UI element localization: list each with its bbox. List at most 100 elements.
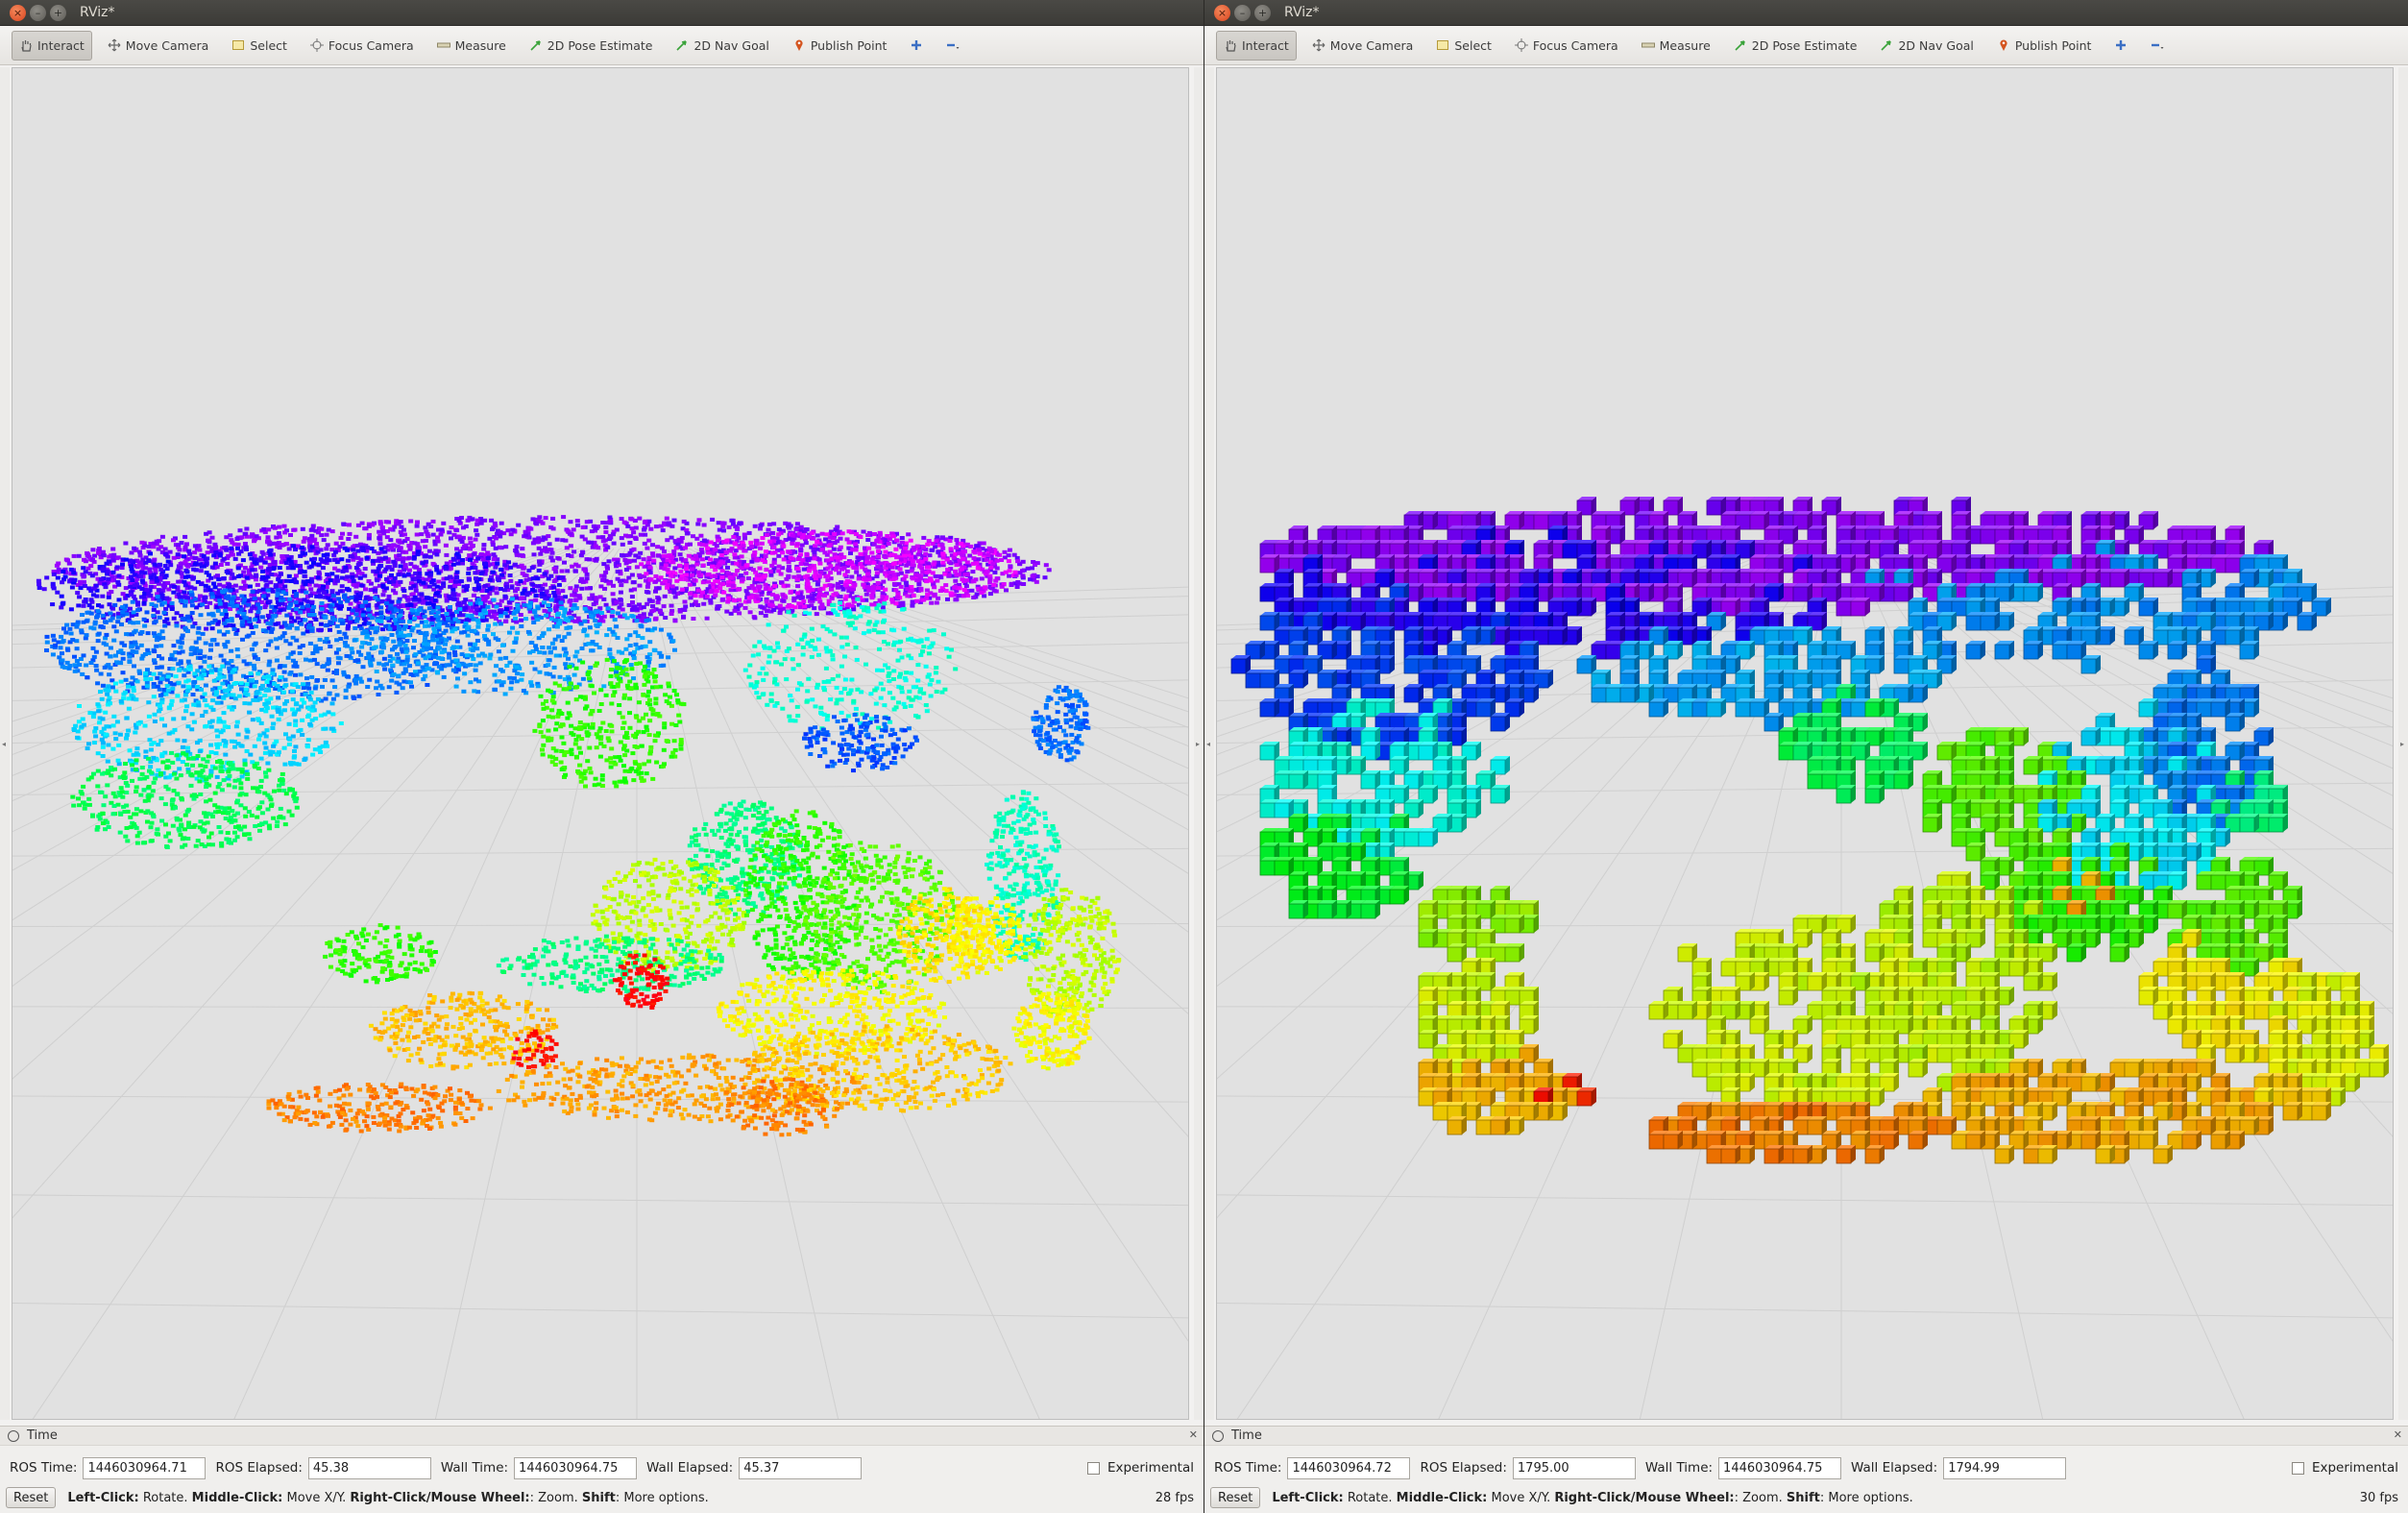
tool-interact[interactable]: Interact xyxy=(12,30,92,61)
experimental-checkbox[interactable] xyxy=(1086,1461,1100,1475)
tool-label: Interact xyxy=(1242,37,1289,53)
select-icon xyxy=(231,38,245,52)
tool-2d-nav-goal[interactable]: 2D Nav Goal xyxy=(668,31,776,61)
tool-select[interactable]: Select xyxy=(1428,31,1499,61)
nav-arrow-icon xyxy=(675,38,689,52)
tool-measure[interactable]: Measure xyxy=(1634,31,1718,61)
ros-elapsed-label: ROS Elapsed: xyxy=(1420,1460,1507,1476)
wall-elapsed-label: Wall Elapsed: xyxy=(1851,1460,1938,1476)
tool-focus-camera[interactable]: Focus Camera xyxy=(303,31,422,61)
wall-elapsed-field[interactable] xyxy=(739,1456,863,1479)
time-row: ROS Time: ROS Elapsed: Wall Time: Wall E… xyxy=(10,1455,1194,1480)
status-bar: Reset Left-Click: Rotate. Middle-Click: … xyxy=(6,1486,1194,1509)
minus-dropdown-icon xyxy=(946,38,960,52)
tool-label: Publish Point xyxy=(2014,37,2092,53)
ros-elapsed-field[interactable] xyxy=(1512,1456,1636,1479)
time-panel-title: Time xyxy=(1231,1428,1262,1443)
close-panel-icon[interactable]: ✕ xyxy=(1189,1428,1198,1441)
ruler-icon xyxy=(436,38,450,52)
focus-camera-icon xyxy=(1514,38,1528,52)
minimize-window-icon[interactable]: – xyxy=(1234,4,1251,21)
left-dock-handle[interactable]: ◂ xyxy=(0,67,10,1420)
tool-minus-dropdown[interactable] xyxy=(2143,31,2172,61)
tool-label: 2D Nav Goal xyxy=(693,37,769,53)
tool-2d-nav-goal[interactable]: 2D Nav Goal xyxy=(1872,31,1981,61)
time-panel: Time ✕ ROS Time: ROS Elapsed: Wall Time:… xyxy=(1204,1426,2408,1513)
ros-time-field[interactable] xyxy=(83,1456,207,1479)
experimental-checkbox[interactable] xyxy=(2291,1461,2304,1475)
plus-icon xyxy=(910,38,923,52)
experimental-label: Experimental xyxy=(2311,1460,2398,1476)
pointcloud-render[interactable] xyxy=(12,68,1189,1420)
tool-move-camera[interactable]: Move Camera xyxy=(100,31,217,61)
clock-icon xyxy=(8,1429,19,1442)
tool-label: Interact xyxy=(37,37,85,53)
move-camera-icon xyxy=(1312,38,1326,52)
tool-focus-camera[interactable]: Focus Camera xyxy=(1507,31,1626,61)
clock-icon xyxy=(1212,1429,1224,1442)
wall-time-field[interactable] xyxy=(514,1456,638,1479)
reset-button[interactable]: Reset xyxy=(6,1487,57,1508)
ros-elapsed-label: ROS Elapsed: xyxy=(215,1460,303,1476)
tool-label: Focus Camera xyxy=(328,37,414,53)
tool-label: Measure xyxy=(454,37,506,53)
left-dock-handle[interactable]: ◂ xyxy=(1204,67,1214,1420)
right-dock-handle[interactable]: ▸ xyxy=(1194,67,1204,1420)
voxel-cubes xyxy=(1230,497,2389,1164)
time-panel-header: Time ✕ xyxy=(1204,1427,2408,1446)
close-window-icon[interactable]: × xyxy=(1214,4,1230,21)
window-title: RViz* xyxy=(1284,5,1320,20)
tool-move-camera[interactable]: Move Camera xyxy=(1304,31,1422,61)
octomap-voxel-render[interactable] xyxy=(1217,68,2394,1420)
tool-minus-dropdown[interactable] xyxy=(938,31,967,61)
point-cloud xyxy=(36,515,1122,1137)
tool-publish-point[interactable]: Publish Point xyxy=(785,31,895,61)
rviz-window-right: × – + RViz* Interact Move Camera Select Foc… xyxy=(1204,0,2408,1513)
tool-label: Publish Point xyxy=(810,37,888,53)
time-panel-title: Time xyxy=(27,1428,58,1443)
render-viewport[interactable] xyxy=(1216,67,2394,1420)
tool-measure[interactable]: Measure xyxy=(429,31,514,61)
fps-counter: 28 fps xyxy=(1155,1490,1194,1505)
maximize-window-icon[interactable]: + xyxy=(50,4,66,21)
pin-icon xyxy=(792,38,806,52)
ros-elapsed-field[interactable] xyxy=(307,1456,431,1479)
tool-2d-pose-estimate[interactable]: 2D Pose Estimate xyxy=(522,31,661,61)
rviz-window-left: × – + RViz* Interact Move Camera Select Foc… xyxy=(0,0,1204,1513)
hand-icon xyxy=(1224,38,1237,52)
tool-label: Select xyxy=(250,37,287,53)
tool-plus[interactable] xyxy=(2106,31,2135,61)
tool-bar: Interact Move Camera Select Focus Camera Mea… xyxy=(1204,26,2408,65)
tool-publish-point[interactable]: Publish Point xyxy=(1989,31,2100,61)
close-window-icon[interactable]: × xyxy=(10,4,26,21)
minimize-window-icon[interactable]: – xyxy=(30,4,46,21)
title-bar: × – + RViz* xyxy=(0,0,1204,26)
tool-plus[interactable] xyxy=(902,31,931,61)
select-icon xyxy=(1436,38,1449,52)
tool-interact[interactable]: Interact xyxy=(1216,30,1297,61)
minus-dropdown-icon xyxy=(2151,38,2164,52)
render-viewport[interactable] xyxy=(12,67,1189,1420)
tool-label: Move Camera xyxy=(125,37,209,53)
plus-icon xyxy=(2114,38,2128,52)
wall-time-field[interactable] xyxy=(1718,1456,1842,1479)
ros-time-field[interactable] xyxy=(1287,1456,1411,1479)
tool-label: Select xyxy=(1454,37,1492,53)
ruler-icon xyxy=(1641,38,1655,52)
reset-button[interactable]: Reset xyxy=(1210,1487,1261,1508)
ros-time-label: ROS Time: xyxy=(10,1460,78,1476)
right-dock-handle[interactable]: ▸ xyxy=(2398,67,2408,1420)
tool-label: Focus Camera xyxy=(1532,37,1618,53)
maximize-window-icon[interactable]: + xyxy=(1254,4,1271,21)
tool-2d-pose-estimate[interactable]: 2D Pose Estimate xyxy=(1726,31,1865,61)
window-title: RViz* xyxy=(80,5,115,20)
pin-icon xyxy=(1997,38,2010,52)
experimental-label: Experimental xyxy=(1107,1460,1194,1476)
time-panel-header: Time ✕ xyxy=(0,1427,1204,1446)
close-panel-icon[interactable]: ✕ xyxy=(2394,1428,2402,1441)
wall-elapsed-field[interactable] xyxy=(1943,1456,2067,1479)
tool-label: Measure xyxy=(1659,37,1711,53)
wall-elapsed-label: Wall Elapsed: xyxy=(646,1460,734,1476)
tool-select[interactable]: Select xyxy=(224,31,295,61)
status-bar: Reset Left-Click: Rotate. Middle-Click: … xyxy=(1210,1486,2398,1509)
